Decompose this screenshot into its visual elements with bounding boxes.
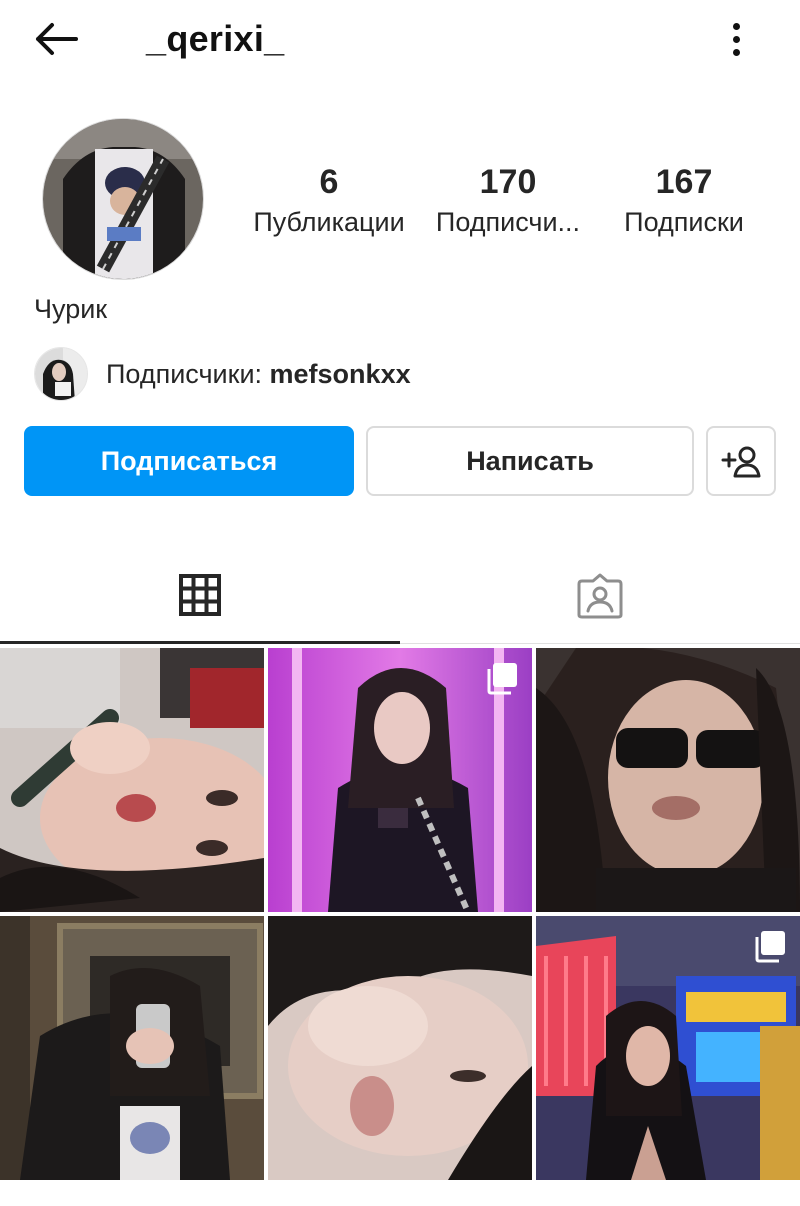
post-thumbnail[interactable] [536,916,800,1180]
more-options-button[interactable] [716,16,756,62]
add-user-icon [721,446,761,478]
followers-count: 170 [479,163,537,201]
top-app-bar: _qerixi_ [0,0,800,80]
more-vertical-icon [732,22,740,30]
profile-avatar[interactable] [42,118,204,280]
posts-count: 6 [319,163,339,201]
posts-stat[interactable]: 6 Публикации [244,160,414,240]
followed-by-prefix: Подписчики: [106,358,270,389]
followed-by-username: mefsonkxx [269,358,411,389]
following-label: Подписки [624,207,744,237]
back-button[interactable] [28,14,84,64]
follow-button[interactable]: Подписаться [24,426,354,496]
multiple-photos-icon [755,931,785,963]
tab-tagged[interactable] [400,548,800,644]
avatar-photo [43,119,203,279]
following-count: 167 [655,163,713,201]
post-thumbnail[interactable] [268,916,532,1180]
post-thumbnail[interactable] [536,648,800,912]
following-stat[interactable]: 167 Подписки [606,160,762,240]
grid-icon [179,573,221,616]
arrow-left-icon [36,23,78,55]
tab-posts-grid[interactable] [0,548,400,644]
post-thumbnail[interactable] [0,916,264,1180]
tagged-person-icon [577,573,623,619]
follower-avatar [34,347,88,401]
followed-by-row[interactable]: Подписчики: mefsonkxx [34,346,411,402]
display-name: Чурик [34,294,108,324]
followers-label: Подписчи... [435,207,581,237]
post-thumbnail[interactable] [268,648,532,912]
followers-stat[interactable]: 170 Подписчи... [426,160,590,240]
multiple-photos-icon [487,663,517,695]
post-thumbnail[interactable] [0,648,264,912]
posts-label: Публикации [253,207,405,237]
message-button[interactable]: Написать [366,426,694,496]
profile-username-title: _qerixi_ [146,18,285,59]
profile-tabs [0,548,800,644]
suggested-users-button[interactable] [706,426,776,496]
